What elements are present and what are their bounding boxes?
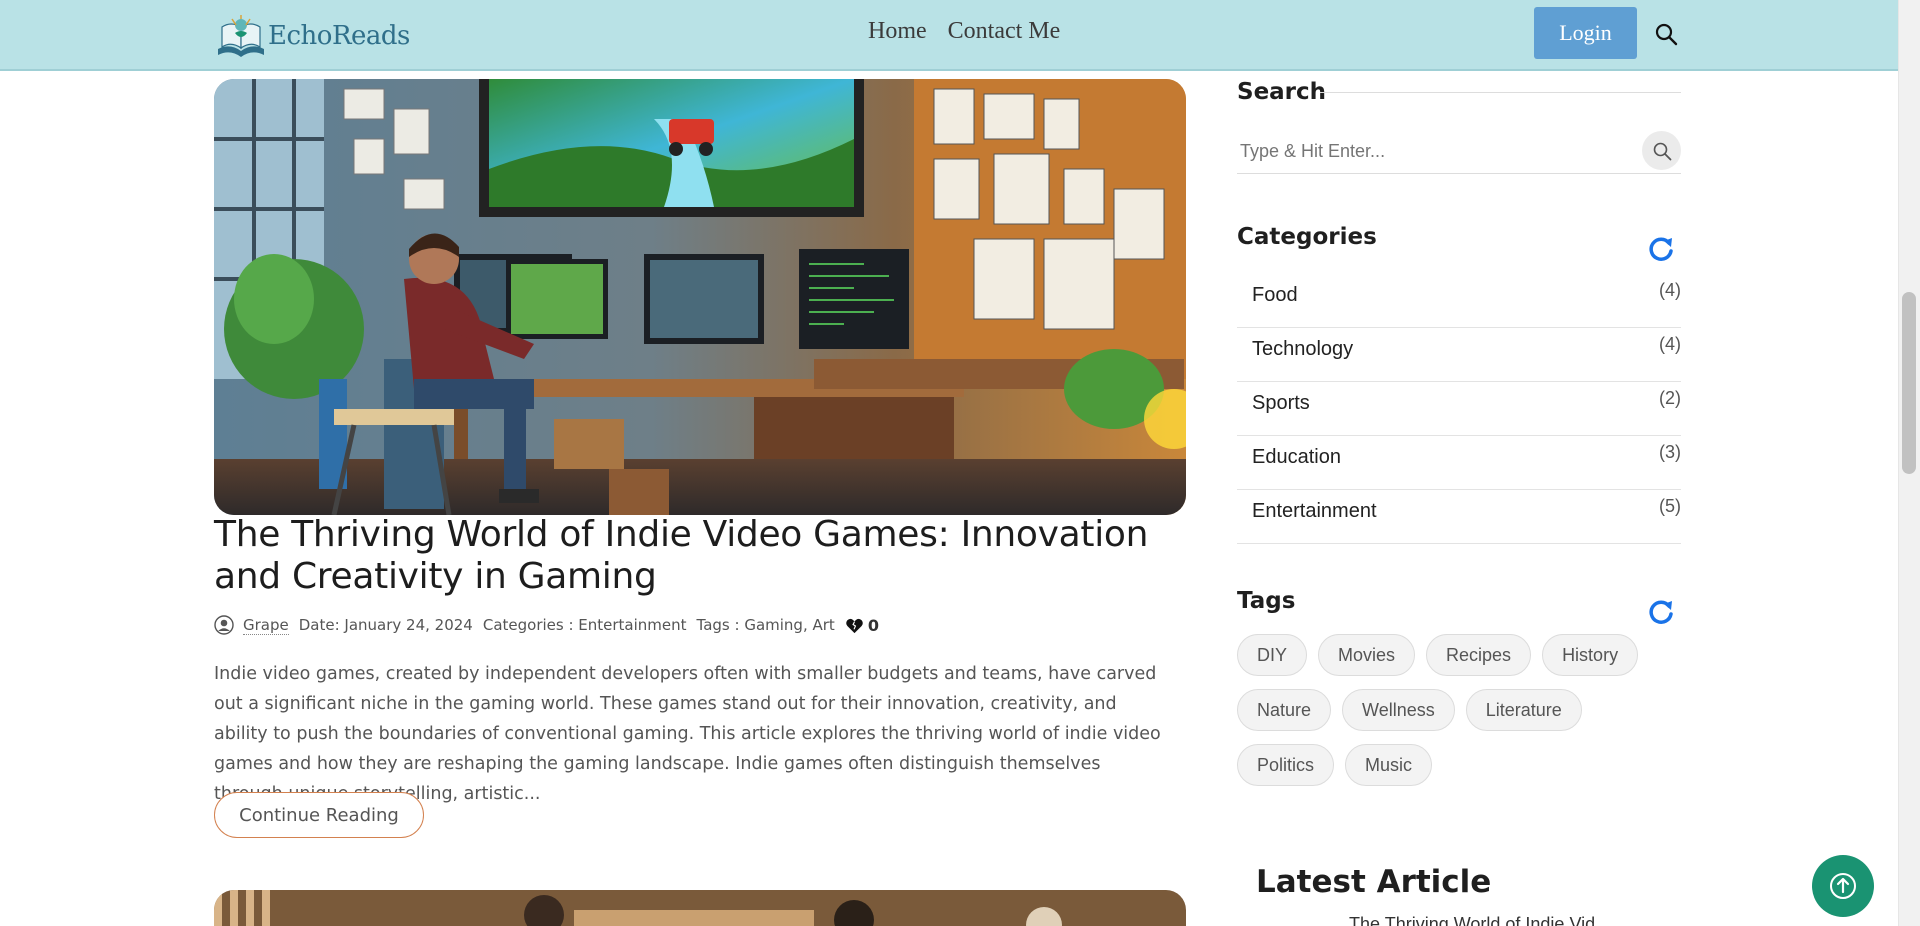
scrollbar-thumb[interactable] <box>1902 292 1916 474</box>
category-list: Food (4) Technology (4) Sports (2) Educa… <box>1237 274 1681 544</box>
category-count: (2) <box>1659 388 1681 408</box>
arrow-up-icon <box>1830 873 1856 899</box>
category-item-food[interactable]: Food (4) <box>1237 274 1681 328</box>
tag-pill-music[interactable]: Music <box>1345 744 1433 786</box>
nav-home-link[interactable]: Home <box>868 18 927 45</box>
category-name: Technology <box>1252 338 1354 360</box>
search-input[interactable] <box>1237 130 1681 174</box>
latest-article-heading: Latest Article <box>1256 864 1492 900</box>
tag-pill-nature[interactable]: Nature <box>1237 689 1332 731</box>
category-count: (5) <box>1659 496 1681 516</box>
continue-reading-button[interactable]: Continue Reading <box>214 792 424 838</box>
category-name: Education <box>1252 446 1341 468</box>
refresh-icon[interactable] <box>1647 235 1675 263</box>
refresh-icon[interactable] <box>1647 598 1675 626</box>
latest-article-link[interactable]: The Thriving World of Indie Vid... <box>1349 914 1610 926</box>
next-article-image[interactable] <box>214 890 1186 926</box>
book-logo-icon <box>218 15 264 57</box>
main-nav: Home Contact Me <box>868 18 1060 45</box>
login-button[interactable]: Login <box>1534 7 1637 59</box>
article-meta: Grape Date: January 24, 2024 Categories … <box>214 615 879 635</box>
search-icon[interactable] <box>1654 22 1678 46</box>
nav-contact-link[interactable]: Contact Me <box>948 18 1061 45</box>
search-submit-button[interactable] <box>1642 131 1681 170</box>
article-featured-image[interactable] <box>214 79 1186 515</box>
article-title[interactable]: The Thriving World of Indie Video Games:… <box>214 514 1174 598</box>
article-date: Date: January 24, 2024 <box>298 616 473 634</box>
category-item-technology[interactable]: Technology (4) <box>1237 328 1681 382</box>
category-item-entertainment[interactable]: Entertainment (5) <box>1237 490 1681 544</box>
article-categories[interactable]: Categories : Entertainment <box>483 616 687 634</box>
tag-pill-recipes[interactable]: Recipes <box>1426 634 1532 676</box>
category-count: (4) <box>1659 280 1681 300</box>
category-count: (3) <box>1659 442 1681 462</box>
scroll-to-top-button[interactable] <box>1812 855 1874 917</box>
tags-heading: Tags <box>1237 588 1296 614</box>
category-item-sports[interactable]: Sports (2) <box>1237 382 1681 436</box>
category-name: Entertainment <box>1252 500 1377 522</box>
author-link[interactable]: Grape <box>243 616 289 635</box>
tag-pill-movies[interactable]: Movies <box>1318 634 1416 676</box>
tag-pill-politics[interactable]: Politics <box>1237 744 1335 786</box>
tag-pill-literature[interactable]: Literature <box>1465 689 1582 731</box>
heart-icon[interactable] <box>845 616 864 635</box>
category-name: Sports <box>1252 392 1310 414</box>
categories-heading: Categories <box>1237 224 1377 250</box>
tag-pill-history[interactable]: History <box>1542 634 1639 676</box>
category-name: Food <box>1252 284 1298 306</box>
user-icon <box>214 615 234 635</box>
indie-game-studio-illustration <box>214 79 1186 515</box>
category-item-education[interactable]: Education (3) <box>1237 436 1681 490</box>
search-icon <box>1653 142 1671 160</box>
navbar: EchoReads Home Contact Me Login <box>0 0 1898 71</box>
tag-pill-wellness[interactable]: Wellness <box>1342 689 1455 731</box>
search-heading-divider <box>1320 92 1681 93</box>
next-article-illustration <box>214 890 1186 926</box>
article-tags[interactable]: Tags : Gaming, Art <box>697 616 835 634</box>
article-excerpt: Indie video games, created by independen… <box>214 664 1161 804</box>
search-heading: Search <box>1237 79 1327 105</box>
tag-pill-diy[interactable]: DIY <box>1237 634 1308 676</box>
like-count: 0 <box>867 615 879 635</box>
brand-name: EchoReads <box>268 21 410 51</box>
brand[interactable]: EchoReads <box>214 12 410 60</box>
category-count: (4) <box>1659 334 1681 354</box>
tag-cloud: DIY Movies Recipes History Nature Wellne… <box>1237 634 1681 786</box>
